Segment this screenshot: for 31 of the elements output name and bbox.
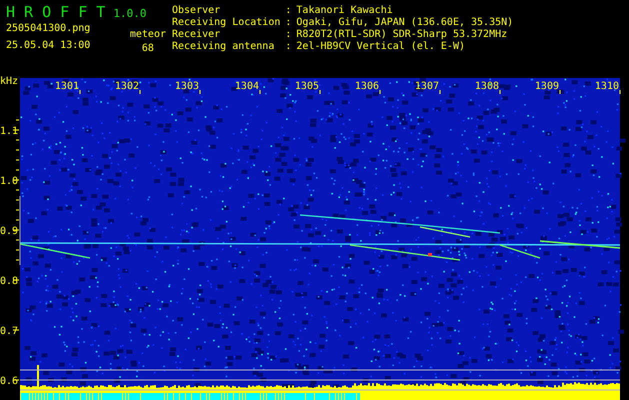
time-label: 1305 xyxy=(294,81,319,92)
info-label: Receiving antenna xyxy=(172,41,276,53)
time-label: 1307 xyxy=(414,81,439,92)
time-label: 1309 xyxy=(534,81,559,92)
info-separator: : xyxy=(285,41,292,53)
info-label: Receiving Location xyxy=(172,17,280,29)
info-label: Observer xyxy=(172,5,222,17)
frequency-unit: kHz xyxy=(0,76,18,87)
time-label: 1302 xyxy=(114,81,139,92)
info-value: R820T2(RTL-SDR) SDR-Sharp 53.372MHz xyxy=(296,29,508,41)
info-label: Receiver xyxy=(172,29,222,41)
frequency-label: 0.7 xyxy=(0,326,18,337)
time-label: 1306 xyxy=(354,81,379,92)
info-separator: : xyxy=(285,5,292,17)
app-title: H R O F F T xyxy=(6,3,106,21)
info-value: 2el-HB9CV Vertical (el. E-W) xyxy=(296,41,466,53)
capture-timestamp: 25.05.04 13:00 xyxy=(6,40,90,52)
time-label: 1303 xyxy=(174,81,199,92)
meteor-count: 68 xyxy=(142,43,154,55)
app-version: 1.0.0 xyxy=(113,7,146,20)
info-separator: : xyxy=(285,29,292,41)
info-separator: : xyxy=(285,17,292,29)
time-label: 1304 xyxy=(234,81,259,92)
time-label: 1310 xyxy=(594,81,619,92)
info-value: Ogaki, Gifu, JAPAN (136.60E, 35.35N) xyxy=(296,17,514,29)
image-filename: 2505041300.png xyxy=(6,23,90,35)
frequency-label: 1.1 xyxy=(0,126,18,137)
info-value: Takanori Kawachi xyxy=(296,5,394,17)
meteor-count-label: meteor xyxy=(130,29,166,41)
time-label: 1301 xyxy=(54,81,79,92)
time-label: 1308 xyxy=(474,81,499,92)
